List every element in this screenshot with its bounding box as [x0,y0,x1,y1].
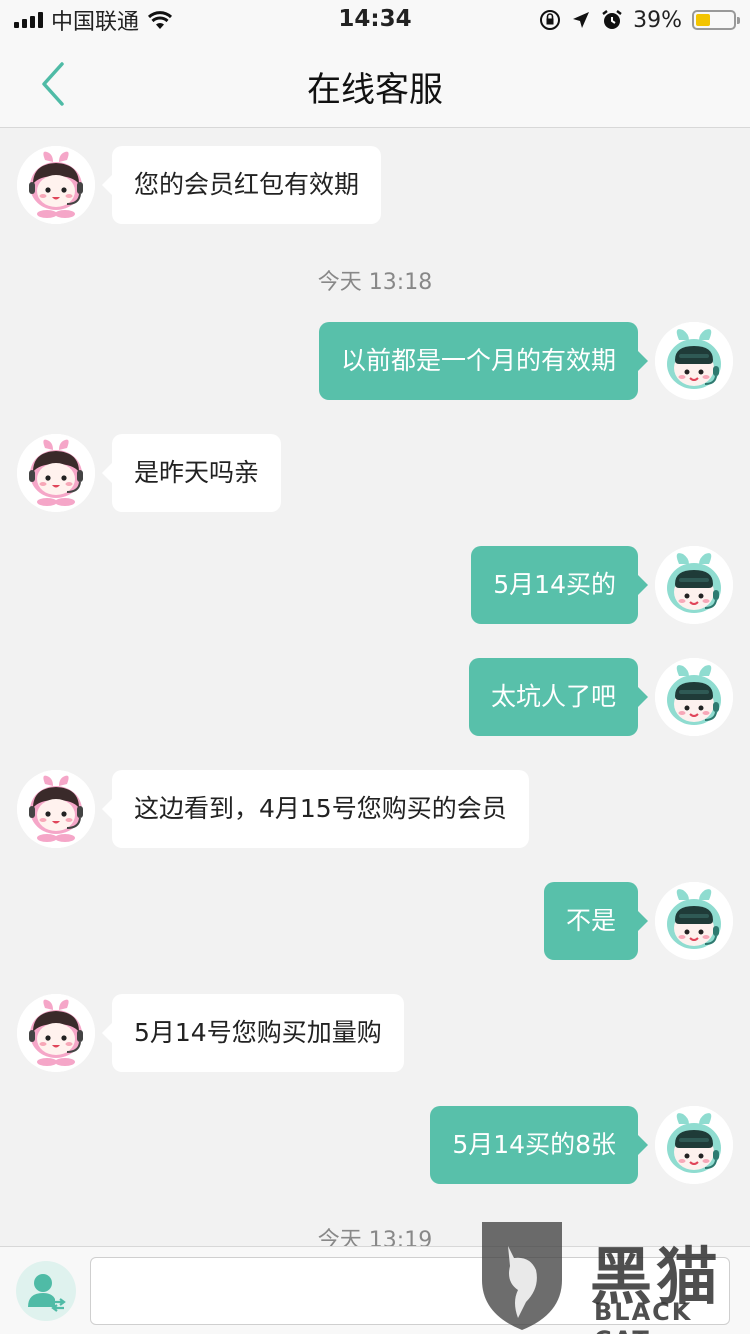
customer-service-switch-icon [28,1274,66,1312]
alarm-icon [602,10,622,29]
battery-icon [692,10,740,30]
message-bubble[interactable]: 这边看到，4月15号您购买的会员 [102,770,529,848]
page-title: 在线客服 [307,70,443,110]
message-bubble[interactable]: 5月14买的8张 [430,1106,648,1184]
agent-avatar[interactable] [17,770,95,848]
status-bar: 中国联通 14:34 39% [0,0,750,40]
message-bubble[interactable]: 太坑人了吧 [468,658,649,736]
agent-avatar[interactable] [17,994,95,1072]
chat-timestamp: 今天 13:18 [317,270,433,295]
switch-agent-button[interactable] [16,1261,76,1321]
message-bubble[interactable]: 5月14号您购买加量购 [102,994,404,1072]
message-bubble[interactable]: 是昨天吗亲 [101,434,282,512]
message-input-bar [0,1246,750,1334]
battery-percent: 39% [633,7,682,33]
chat-message-list[interactable]: 您的会员红包有效期 今天 13:18 以前都是一个月的有效期 是昨天吗亲 5月1… [0,128,750,1246]
user-avatar[interactable] [655,1106,733,1184]
user-avatar[interactable] [655,882,733,960]
agent-avatar[interactable] [17,434,95,512]
message-bubble[interactable]: 以前都是一个月的有效期 [318,322,649,400]
navigation-bar: 在线客服 [0,40,750,128]
user-avatar[interactable] [655,322,733,400]
user-avatar[interactable] [655,546,733,624]
agent-avatar[interactable] [17,146,95,224]
user-avatar[interactable] [655,658,733,736]
message-bubble[interactable]: 5月14买的 [471,546,648,624]
message-bubble[interactable]: 不是 [543,882,649,960]
orientation-lock-icon [540,10,561,30]
chat-timestamp: 今天 13:19 [317,1228,433,1246]
message-bubble[interactable]: 您的会员红包有效期 [101,146,382,224]
location-icon [573,12,590,28]
message-input[interactable] [90,1257,730,1325]
